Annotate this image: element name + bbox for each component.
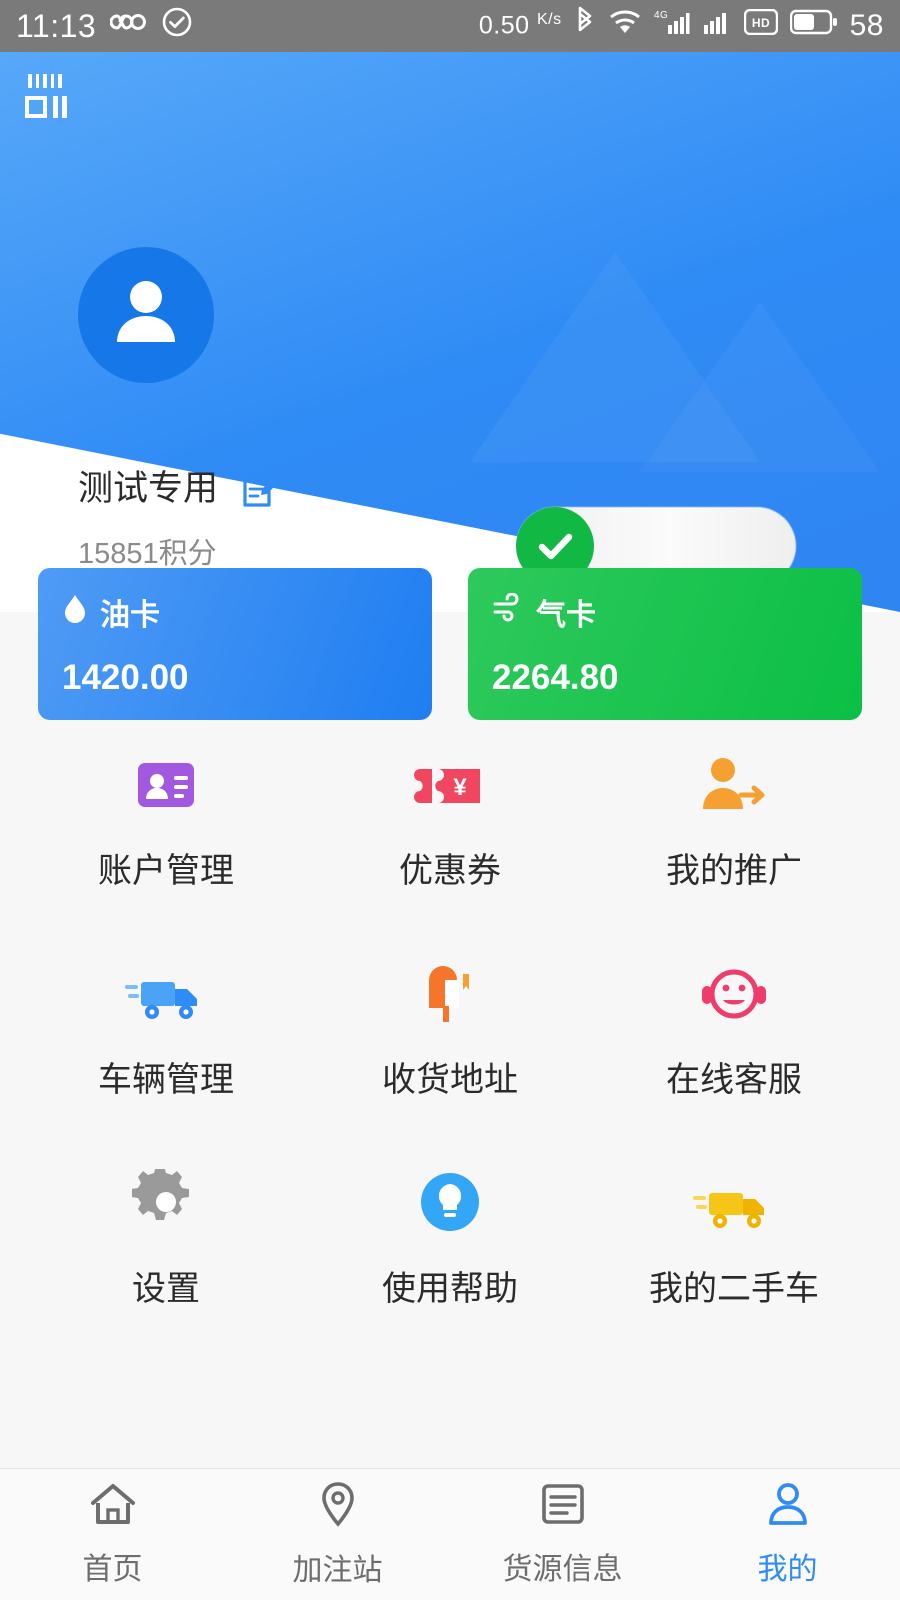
battery-level: 58 bbox=[849, 9, 884, 42]
account-card-icon bbox=[130, 745, 202, 817]
user-avatar-icon bbox=[103, 266, 189, 365]
menu-item-online-service[interactable]: 在线客服 bbox=[592, 954, 876, 1101]
avatar[interactable] bbox=[78, 247, 214, 383]
gas-card-title: 气卡 bbox=[536, 599, 596, 632]
gas-card-amount: 2264.80 bbox=[492, 658, 619, 697]
gas-wind-icon bbox=[492, 592, 524, 631]
scan-qr-icon[interactable] bbox=[24, 72, 78, 133]
profile-header: 测试专用 15851积分 bbox=[0, 52, 900, 612]
bluetooth-icon bbox=[574, 6, 596, 46]
oil-drop-icon bbox=[62, 593, 88, 631]
menu-label: 我的推广 bbox=[666, 852, 802, 890]
used-truck-icon bbox=[691, 1163, 777, 1235]
customer-service-icon bbox=[700, 954, 768, 1026]
hd-icon: HD bbox=[743, 8, 778, 43]
svg-text:HD: HD bbox=[751, 16, 769, 30]
tab-label: 首页 bbox=[82, 1553, 143, 1586]
menu-item-my-promotion[interactable]: 我的推广 bbox=[592, 745, 876, 892]
gear-icon bbox=[132, 1163, 200, 1235]
gas-card[interactable]: 气卡 2264.80 bbox=[468, 568, 862, 720]
menu-label: 收货地址 bbox=[382, 1061, 518, 1099]
signal-bars-icon bbox=[702, 7, 732, 45]
person-icon bbox=[766, 1481, 810, 1532]
gas-card-header: 气卡 bbox=[492, 590, 838, 634]
document-icon bbox=[540, 1481, 586, 1532]
status-bar-right: 0.50 K/s 4G HD 58 bbox=[479, 6, 884, 46]
promotion-user-icon bbox=[697, 745, 771, 817]
mountain-decoration bbox=[640, 302, 880, 472]
menu-label: 我的二手车 bbox=[649, 1270, 819, 1308]
svg-text:¥: ¥ bbox=[453, 774, 467, 801]
edit-pencil-icon[interactable] bbox=[240, 467, 284, 516]
battery-icon bbox=[789, 9, 838, 43]
oil-card-title: 油卡 bbox=[100, 599, 160, 632]
tab-label: 加注站 bbox=[292, 1554, 383, 1587]
tab-profile[interactable]: 我的 bbox=[675, 1481, 900, 1588]
menu-grid: 账户管理 ¥ 优惠券 我的推广 车辆管理 收货地址 在线客服 设置 使用帮助 我… bbox=[0, 745, 900, 1310]
menu-label: 在线客服 bbox=[666, 1061, 802, 1099]
menu-item-settings[interactable]: 设置 bbox=[24, 1163, 308, 1310]
menu-item-account-management[interactable]: 账户管理 bbox=[24, 745, 308, 892]
oil-card-amount: 1420.00 bbox=[62, 658, 189, 697]
wifi-icon bbox=[608, 8, 642, 44]
menu-item-used-car[interactable]: 我的二手车 bbox=[592, 1163, 876, 1310]
tab-label: 我的 bbox=[757, 1553, 818, 1586]
balance-cards: 油卡 1420.00 气卡 2264.80 bbox=[0, 568, 900, 720]
home-icon bbox=[88, 1481, 138, 1532]
status-time: 11:13 bbox=[16, 7, 97, 44]
oil-card-header: 油卡 bbox=[62, 590, 408, 634]
coupon-icon: ¥ bbox=[412, 745, 488, 817]
menu-label: 设置 bbox=[132, 1270, 200, 1308]
svg-text:4G: 4G bbox=[654, 10, 668, 21]
location-pin-icon bbox=[317, 1480, 359, 1533]
status-bar-left: 11:13 bbox=[16, 7, 192, 45]
menu-item-vehicle-management[interactable]: 车辆管理 bbox=[24, 954, 308, 1101]
tab-bar: 首页 加注站 货源信息 我的 bbox=[0, 1468, 900, 1600]
lightbulb-icon bbox=[417, 1163, 483, 1235]
menu-label: 优惠券 bbox=[399, 852, 501, 890]
menu-label: 使用帮助 bbox=[382, 1270, 518, 1308]
tab-stations[interactable]: 加注站 bbox=[225, 1480, 450, 1589]
signal-bars-icon: 4G bbox=[654, 7, 690, 45]
tab-home[interactable]: 首页 bbox=[0, 1481, 225, 1588]
oil-card[interactable]: 油卡 1420.00 bbox=[38, 568, 432, 720]
menu-label: 账户管理 bbox=[98, 852, 234, 890]
menu-item-coupon[interactable]: ¥ 优惠券 bbox=[308, 745, 592, 892]
status-bar: 11:13 0.50 K/s 4G HD 58 bbox=[0, 0, 900, 52]
points-text: 15851积分 bbox=[78, 538, 217, 570]
tab-label: 货源信息 bbox=[502, 1553, 623, 1586]
user-name: 测试专用 bbox=[78, 469, 219, 508]
network-speed: 0.50 K/s bbox=[478, 11, 562, 40]
check-circle-icon bbox=[162, 7, 192, 45]
truck-icon bbox=[123, 954, 209, 1026]
menu-item-help[interactable]: 使用帮助 bbox=[308, 1163, 592, 1310]
tab-cargo-info[interactable]: 货源信息 bbox=[450, 1481, 675, 1588]
mailbox-icon bbox=[415, 954, 485, 1026]
infinity-icon bbox=[109, 9, 148, 43]
menu-label: 车辆管理 bbox=[98, 1061, 234, 1099]
menu-item-shipping-address[interactable]: 收货地址 bbox=[308, 954, 592, 1101]
